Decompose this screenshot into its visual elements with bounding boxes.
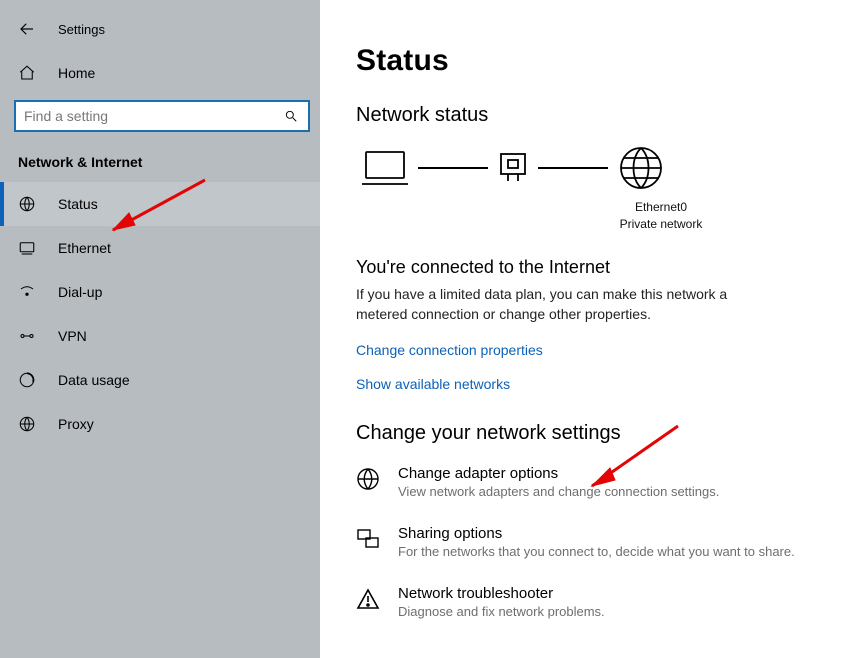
nav-list: Status Ethernet Dial-up [0,182,320,446]
computer-icon [362,148,408,188]
sidebar-item-ethernet[interactable]: Ethernet [0,226,320,270]
interface-name: Ethernet0 [482,199,840,216]
sidebar-item-proxy[interactable]: Proxy [0,402,320,446]
main-pane: Status Network status Ethernet0 Pri [320,0,860,658]
sidebar-item-vpn[interactable]: VPN [0,314,320,358]
option-title: Sharing options [398,525,795,542]
back-row: Settings [0,14,320,52]
vpn-icon [18,327,36,345]
option-subtitle: View network adapters and change connect… [398,484,719,499]
connected-description: If you have a limited data plan, you can… [356,284,756,325]
settings-title: Settings [58,22,105,37]
search-box[interactable] [14,100,310,132]
sidebar-item-datausage[interactable]: Data usage [0,358,320,402]
home-row[interactable]: Home [0,52,320,96]
home-icon [18,64,36,82]
status-icon [18,195,36,213]
troubleshooter-icon [356,587,380,611]
sidebar-item-label: Dial-up [58,284,102,300]
sidebar-item-label: Proxy [58,416,94,432]
adapter-options-icon [356,467,380,491]
network-status-heading: Network status [356,104,840,127]
ethernet-icon [18,239,36,257]
option-subtitle: Diagnose and fix network problems. [398,604,605,619]
connected-heading: You're connected to the Internet [356,257,840,278]
option-change-adapter[interactable]: Change adapter options View network adap… [356,465,840,499]
option-title: Network troubleshooter [398,585,605,602]
sidebar-item-label: VPN [58,328,87,344]
option-subtitle: For the networks that you connect to, de… [398,544,795,559]
search-input[interactable] [24,108,282,124]
back-arrow-icon[interactable] [18,20,36,38]
data-usage-icon [18,371,36,389]
category-heading: Network & Internet [0,152,320,182]
adapter-icon [498,151,528,185]
search-icon [282,107,300,125]
sidebar-item-status[interactable]: Status [0,182,320,226]
sidebar-item-dialup[interactable]: Dial-up [0,270,320,314]
change-settings-heading: Change your network settings [356,422,840,445]
settings-sidebar: Settings Home Network & Internet [0,0,320,658]
sidebar-item-label: Data usage [58,372,130,388]
option-title: Change adapter options [398,465,719,482]
show-available-networks-link[interactable]: Show available networks [356,376,840,392]
home-label: Home [58,65,95,81]
sidebar-item-label: Status [58,196,98,212]
dialup-icon [18,283,36,301]
change-connection-properties-link[interactable]: Change connection properties [356,342,840,358]
option-sharing[interactable]: Sharing options For the networks that yo… [356,525,840,559]
sidebar-item-label: Ethernet [58,240,111,256]
globe-icon [618,145,664,191]
proxy-icon [18,415,36,433]
network-diagram [362,145,840,191]
network-type: Private network [482,216,840,233]
option-troubleshooter[interactable]: Network troubleshooter Diagnose and fix … [356,585,840,619]
page-title: Status [356,44,840,78]
sharing-icon [356,527,380,551]
